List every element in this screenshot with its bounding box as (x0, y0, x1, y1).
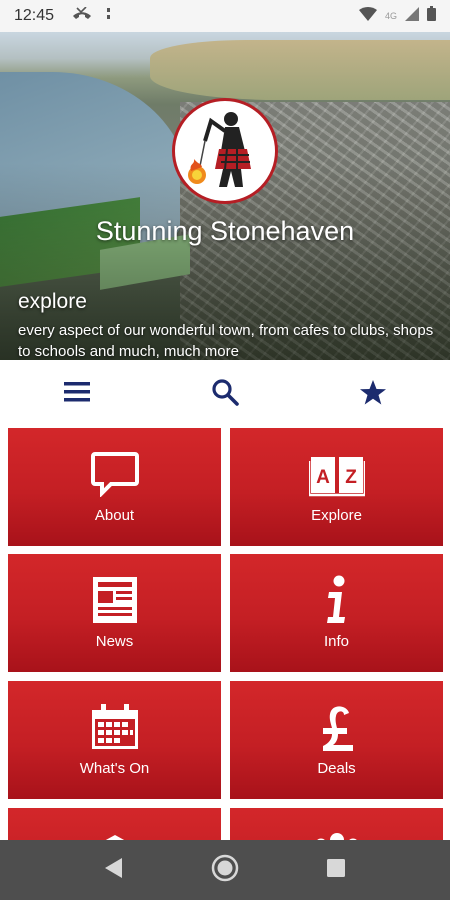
tile-info[interactable]: Info (230, 554, 443, 672)
search-button[interactable] (210, 377, 240, 407)
hero-carousel[interactable]: Stunning Stonehaven explore every aspect… (0, 32, 450, 360)
tile-label: Info (323, 633, 350, 650)
cell-signal-icon (405, 6, 419, 26)
tile-explore[interactable]: A Z Explore (230, 428, 443, 546)
search-icon (212, 379, 239, 406)
back-icon (104, 857, 122, 878)
toolbar (0, 360, 450, 424)
speech-bubble-icon (8, 446, 221, 502)
notification-dots-icon (106, 7, 112, 26)
hero-description: every aspect of our wonderful town, from… (18, 322, 434, 360)
tile-label: Explore (311, 507, 362, 524)
status-system-icons: 4G (358, 6, 436, 26)
tile-deals[interactable]: Deals (230, 681, 443, 799)
tile-label: What's On (79, 760, 150, 777)
status-bar: 12:45 4G (0, 0, 450, 32)
tile-label: Deals (317, 760, 356, 777)
status-time: 12:45 (14, 7, 55, 24)
svg-text:Z: Z (345, 467, 357, 488)
tile-label: News (95, 633, 134, 650)
svg-text:A: A (316, 467, 330, 488)
status-notification-icons (72, 5, 112, 26)
back-button[interactable] (104, 857, 124, 884)
favorites-button[interactable] (358, 377, 388, 407)
a-z-book-icon: A Z (230, 446, 443, 502)
system-nav-bar (0, 840, 450, 900)
tile-label: About (94, 507, 135, 524)
tile-whats-on[interactable]: What's On (8, 681, 221, 799)
town-logo (172, 98, 278, 204)
wifi-icon (358, 6, 377, 26)
newspaper-icon (8, 572, 221, 628)
calendar-icon (8, 699, 221, 755)
recents-button[interactable] (326, 858, 346, 883)
network-type-label: 4G (384, 11, 397, 21)
hero-subtitle: explore (18, 290, 87, 313)
menu-icon (64, 382, 90, 402)
menu-button[interactable] (62, 377, 92, 407)
battery-icon (427, 6, 436, 26)
hero-title: Stunning Stonehaven (95, 216, 355, 246)
home-button[interactable] (211, 854, 239, 887)
pound-icon (230, 699, 443, 755)
recents-icon (327, 858, 346, 877)
star-icon (360, 379, 386, 404)
info-icon (230, 572, 443, 628)
tile-about[interactable]: About (8, 428, 221, 546)
home-icon (211, 854, 239, 881)
tile-news[interactable]: News (8, 554, 221, 672)
missed-call-icon (72, 5, 92, 26)
